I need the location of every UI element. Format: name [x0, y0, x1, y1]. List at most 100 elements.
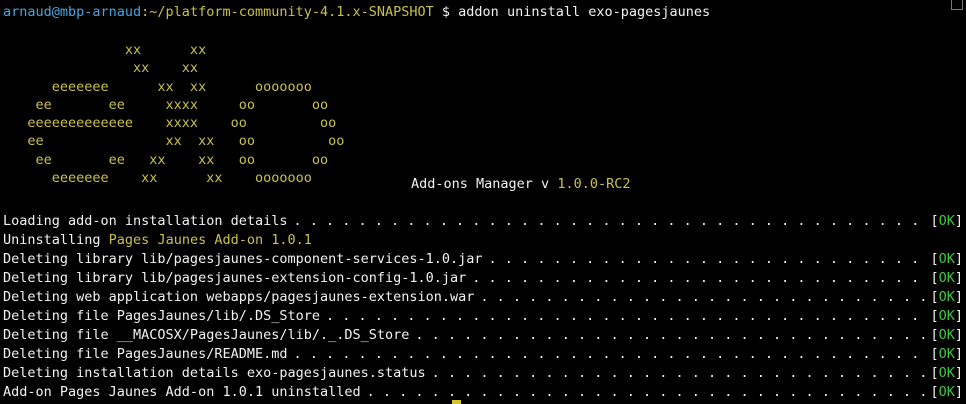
logo-glyphs: eeeeeee xx xx ooooooo — [3, 170, 312, 187]
status-bracket-open: [ — [930, 308, 939, 324]
logo-glyphs: ee ee xx xx oo oo — [3, 151, 329, 168]
status-bracket-close: ] — [954, 251, 963, 267]
status-badge: [OK] — [930, 383, 963, 402]
log-line-dots: . . . . . . . . . . . . . . . . . . . . … — [325, 308, 928, 324]
status-bracket-close: ] — [954, 365, 963, 381]
log-line-message: Deleting library lib/pagesjaunes-extensi… — [3, 270, 467, 286]
terminal-window[interactable]: arnaud@mbp-arnaud:~/platform-community-4… — [0, 0, 966, 404]
logo-line: eeeeeee xx xx ooooooo — [3, 79, 312, 95]
logo-glyphs: xx xx — [3, 42, 207, 58]
log-line-text: Loading add-on installation details — [3, 212, 287, 231]
status-ok: OK — [938, 251, 955, 267]
scroll-indicator[interactable] — [951, 0, 963, 10]
status-bracket-open: [ — [930, 270, 939, 286]
logo-line: eeeeeee xx xx ooooooo — [3, 170, 312, 186]
log-line-dots: . . . . . . . . . . . . . . . . . . . . … — [366, 384, 929, 400]
status-badge: [OK] — [930, 326, 963, 345]
status-bracket-open: [ — [930, 213, 939, 229]
prompt-path: :~/platform-community-4.1.x-SNAPSHOT — [141, 4, 434, 20]
log-line-text: Add-on Pages Jaunes Add-on 1.0.1 uninsta… — [3, 383, 361, 402]
log-line-message: Deleting installation details exo-pagesj… — [3, 365, 426, 381]
status-badge: [OK] — [930, 288, 963, 307]
status-bracket-open: [ — [930, 327, 939, 343]
prompt-command: addon uninstall exo-pagesjaunes — [458, 4, 711, 20]
log-line-message: Deleting file __MACOSX/PagesJaunes/lib/.… — [3, 327, 410, 343]
log-line-message: Deleting library lib/pagesjaunes-compone… — [3, 251, 483, 267]
output-log: Loading add-on installation details . . … — [3, 212, 963, 402]
status-bracket-open: [ — [930, 365, 939, 381]
log-line-message: Deleting file PagesJaunes/lib/.DS_Store — [3, 308, 320, 324]
log-line-dots: . . . . . . . . . . . . . . . . . . . . … — [293, 213, 928, 229]
log-line-dots: . . . . . . . . . . . . . . . . . . . . … — [480, 289, 928, 305]
logo-glyphs: eeeeeeeeeeeee xxxx oo oo — [3, 115, 337, 132]
log-line: Uninstalling Pages Jaunes Add-on 1.0.1 — [3, 231, 963, 250]
status-bracket-close: ] — [954, 213, 963, 229]
log-line-text: Uninstalling Pages Jaunes Add-on 1.0.1 — [3, 231, 312, 250]
shell-prompt: arnaud@mbp-arnaud:~/platform-community-4… — [3, 3, 710, 22]
log-line-message: Add-on Pages Jaunes Add-on 1.0.1 uninsta… — [3, 384, 361, 400]
logo-glyphs: ee ee xxxx oo oo — [3, 96, 329, 113]
status-ok: OK — [938, 384, 955, 400]
status-bracket-close: ] — [954, 289, 963, 305]
log-line-message: Uninstalling — [3, 232, 109, 248]
log-line-text: Deleting file PagesJaunes/README.md — [3, 345, 287, 364]
status-badge: [OK] — [930, 212, 963, 231]
log-line: Deleting installation details exo-pagesj… — [3, 364, 963, 383]
status-bracket-open: [ — [930, 346, 939, 362]
log-line: Deleting file PagesJaunes/README.md . . … — [3, 345, 963, 364]
status-badge: [OK] — [930, 307, 963, 326]
status-ok: OK — [938, 365, 955, 381]
status-bracket-close: ] — [954, 384, 963, 400]
status-badge: [OK] — [930, 345, 963, 364]
log-line-message: Loading add-on installation details — [3, 213, 288, 229]
log-line-text: Deleting library lib/pagesjaunes-extensi… — [3, 269, 466, 288]
log-line-message: Deleting web application webapps/pagesja… — [3, 289, 475, 305]
status-ok: OK — [938, 346, 955, 362]
log-line-text: Deleting installation details exo-pagesj… — [3, 364, 426, 383]
log-line-highlight: Pages Jaunes Add-on 1.0.1 — [108, 232, 312, 248]
logo-line: ee xx xx oo oo — [3, 133, 344, 149]
log-line-text: Deleting file PagesJaunes/lib/.DS_Store — [3, 307, 320, 326]
status-bracket-open: [ — [930, 384, 939, 400]
status-ok: OK — [938, 213, 955, 229]
prompt-user-host: arnaud@mbp-arnaud — [3, 4, 142, 20]
status-bracket-open: [ — [930, 289, 939, 305]
log-line: Deleting file PagesJaunes/lib/.DS_Store … — [3, 307, 963, 326]
log-line-dots: . . . . . . . . . . . . . . . . . . . . … — [472, 270, 928, 286]
log-line-text: Deleting library lib/pagesjaunes-compone… — [3, 250, 483, 269]
log-line: Loading add-on installation details . . … — [3, 212, 963, 231]
log-line-dots: . . . . . . . . . . . . . . . . . . . . … — [415, 327, 928, 343]
exo-ascii-logo: xx xx xx xx eeeeeee xx xx ooooooo ee ee … — [3, 41, 344, 187]
logo-line: xx xx — [3, 60, 198, 76]
log-line: Deleting library lib/pagesjaunes-compone… — [3, 250, 963, 269]
log-line-dots: . . . . . . . . . . . . . . . . . . . . … — [293, 346, 928, 362]
status-badge: [OK] — [930, 364, 963, 383]
log-line: Deleting file __MACOSX/PagesJaunes/lib/.… — [3, 326, 963, 345]
log-line-message: Deleting file PagesJaunes/README.md — [3, 346, 288, 362]
logo-line: ee ee xx xx oo oo — [3, 151, 329, 168]
terminal-cursor — [452, 400, 461, 404]
status-ok: OK — [938, 289, 955, 305]
status-bracket-close: ] — [954, 308, 963, 324]
log-line-dots: . . . . . . . . . . . . . . . . . . . . … — [488, 251, 929, 267]
logo-line: eeeeeeeeeeeee xxxx oo oo — [3, 115, 336, 131]
status-bracket-open: [ — [930, 251, 939, 267]
status-bracket-close: ] — [954, 270, 963, 286]
logo-line: xx xx — [3, 42, 206, 58]
logo-glyphs: eeeeeee xx xx ooooooo — [3, 78, 312, 95]
log-line-text: Deleting file __MACOSX/PagesJaunes/lib/.… — [3, 326, 409, 345]
status-ok: OK — [938, 308, 955, 324]
logo-glyphs: ee xx xx oo oo — [3, 133, 345, 150]
status-badge: [OK] — [930, 269, 963, 288]
status-ok: OK — [938, 327, 955, 343]
log-line: Deleting library lib/pagesjaunes-extensi… — [3, 269, 963, 288]
logo-glyphs: xx xx — [3, 60, 199, 77]
log-line-text: Deleting web application webapps/pagesja… — [3, 288, 474, 307]
logo-line: ee ee xxxx oo oo — [3, 96, 329, 113]
log-line-dots: . . . . . . . . . . . . . . . . . . . . … — [431, 365, 929, 381]
log-line: Add-on Pages Jaunes Add-on 1.0.1 uninsta… — [3, 383, 963, 402]
status-bracket-close: ] — [954, 327, 963, 343]
prompt-symbol: $ — [433, 4, 459, 20]
log-line: Deleting web application webapps/pagesja… — [3, 288, 963, 307]
addons-manager-title: Add-ons Manager v 1.0.0-RC2 — [411, 175, 630, 194]
